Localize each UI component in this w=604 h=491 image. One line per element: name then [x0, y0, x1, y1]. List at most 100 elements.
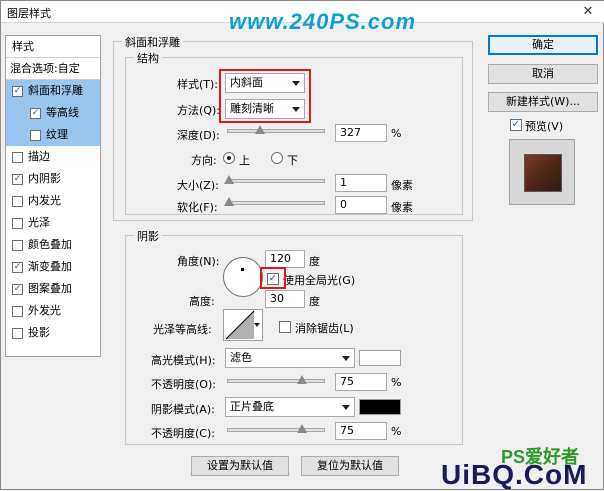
size-input[interactable]: 1	[335, 174, 387, 192]
radio-dot	[227, 156, 231, 160]
style-item-label: 颜色叠加	[28, 238, 72, 251]
direction-down-radio[interactable]	[271, 152, 283, 164]
style-item[interactable]: 外发光	[6, 300, 100, 322]
style-item-checkbox[interactable]	[12, 306, 23, 317]
bevel-group-title: 斜面和浮雕	[122, 34, 183, 50]
shadow-color-swatch[interactable]	[359, 399, 401, 415]
shadow-opacity-unit: %	[391, 425, 402, 438]
set-default-button[interactable]: 设置为默认值	[191, 456, 289, 476]
global-light-highlight	[260, 267, 286, 289]
preview-label: 预览(V)	[525, 120, 564, 133]
contour-dropdown-icon[interactable]	[254, 323, 260, 327]
gloss-contour-picker[interactable]	[223, 309, 263, 341]
structure-title: 结构	[134, 50, 162, 66]
global-light-label: 使用全局光(G)	[283, 274, 356, 287]
soften-slider-thumb[interactable]	[224, 197, 234, 206]
cancel-button[interactable]: 取消	[488, 64, 598, 84]
direction-down-label: 下	[287, 154, 298, 167]
shadow-opacity-thumb[interactable]	[296, 424, 307, 433]
style-item-checkbox[interactable]	[12, 152, 23, 163]
depth-input[interactable]: 327	[335, 124, 387, 142]
depth-unit: %	[391, 127, 402, 140]
style-item[interactable]: ✓ 渐变叠加	[6, 256, 100, 278]
shadow-mode-select[interactable]: 正片叠底	[225, 397, 355, 417]
style-item-checkbox[interactable]	[12, 196, 23, 207]
layer-style-dialog: 图层样式 ✕ www.240PS.com 样式 混合选项:自定 ✓ 斜面和浮雕 ✓ 等…	[0, 0, 604, 490]
style-item-checkbox[interactable]	[30, 130, 41, 141]
style-item-label: 等高线	[46, 106, 79, 119]
style-label: 样式(T):	[177, 78, 219, 91]
depth-slider[interactable]	[227, 125, 325, 134]
soften-label: 软化(F):	[177, 201, 218, 214]
style-item[interactable]: 投影	[6, 322, 100, 344]
highlight-opacity-input[interactable]: 75	[335, 373, 387, 391]
style-item-checkbox[interactable]: ✓	[12, 284, 23, 295]
style-item[interactable]: ✓ 内阴影	[6, 168, 100, 190]
shadow-opacity-slider[interactable]	[227, 424, 325, 433]
style-item-checkbox[interactable]: ✓	[12, 86, 23, 97]
size-slider-thumb[interactable]	[224, 175, 234, 184]
technique-label: 方法(Q):	[177, 104, 220, 117]
angle-dial-center	[241, 268, 244, 271]
direction-up-radio[interactable]	[223, 152, 235, 164]
ok-button[interactable]: 确定	[488, 35, 598, 55]
angle-unit: 度	[309, 255, 320, 268]
styles-header[interactable]: 样式	[6, 36, 100, 58]
window-title: 图层样式	[7, 7, 51, 20]
style-item[interactable]: 描边	[6, 146, 100, 168]
altitude-input[interactable]: 30	[265, 290, 305, 308]
style-item[interactable]: 光泽	[6, 212, 100, 234]
style-item[interactable]: ✓ 图案叠加	[6, 278, 100, 300]
shadow-opacity-label: 不透明度(C):	[151, 427, 215, 440]
new-style-button[interactable]: 新建样式(W)...	[488, 92, 598, 112]
style-item-label: 描边	[28, 150, 50, 163]
size-label: 大小(Z):	[177, 179, 219, 192]
depth-label: 深度(D):	[177, 129, 220, 142]
watermark: www.240PS.com	[229, 9, 417, 34]
highlight-opacity-thumb[interactable]	[296, 375, 307, 384]
highlight-mode-value: 滤色	[230, 351, 252, 364]
size-unit: 像素	[391, 179, 413, 192]
style-item[interactable]: ✓ 斜面和浮雕	[6, 80, 100, 102]
style-item-checkbox[interactable]	[12, 240, 23, 251]
preview-checkbox[interactable]: ✓	[510, 119, 522, 131]
style-item-label: 渐变叠加	[28, 260, 72, 273]
chevron-down-icon	[342, 405, 350, 410]
shadow-opacity-input[interactable]: 75	[335, 422, 387, 440]
antialias-checkbox[interactable]	[279, 321, 291, 333]
angle-input[interactable]: 120	[265, 250, 305, 268]
style-preview	[509, 139, 575, 205]
highlight-box	[219, 69, 311, 123]
altitude-label: 高度:	[189, 295, 215, 308]
highlight-opacity-unit: %	[391, 376, 402, 389]
style-item-checkbox[interactable]	[12, 218, 23, 229]
soften-input[interactable]: 0	[335, 196, 387, 214]
reset-default-button[interactable]: 复位为默认值	[301, 456, 399, 476]
style-item-label: 内发光	[28, 194, 61, 207]
style-item-label: 光泽	[28, 216, 50, 229]
angle-label: 角度(N):	[177, 255, 220, 268]
style-item-checkbox[interactable]: ✓	[30, 108, 41, 119]
style-item-checkbox[interactable]	[12, 328, 23, 339]
shadow-mode-label: 阴影模式(A):	[151, 403, 215, 416]
style-item[interactable]: 纹理	[6, 124, 100, 146]
highlight-color-swatch[interactable]	[359, 350, 401, 366]
style-item-checkbox[interactable]: ✓	[12, 174, 23, 185]
highlight-opacity-slider[interactable]	[227, 375, 325, 384]
size-slider[interactable]	[224, 175, 325, 184]
style-item[interactable]: ✓ 等高线	[6, 102, 100, 124]
highlight-mode-select[interactable]: 滤色	[225, 348, 355, 368]
soften-slider[interactable]	[224, 197, 325, 206]
style-item-label: 图案叠加	[28, 282, 72, 295]
highlight-opacity-label: 不透明度(O):	[151, 378, 216, 391]
direction-label: 方向:	[191, 154, 217, 167]
angle-dial[interactable]	[223, 257, 263, 297]
style-item-label: 斜面和浮雕	[28, 84, 83, 97]
close-icon[interactable]: ✕	[577, 3, 599, 20]
style-item[interactable]: 颜色叠加	[6, 234, 100, 256]
highlight-mode-label: 高光模式(H):	[151, 354, 216, 367]
style-item[interactable]: 内发光	[6, 190, 100, 212]
blend-options-item[interactable]: 混合选项:自定	[6, 58, 100, 80]
depth-slider-thumb[interactable]	[255, 125, 266, 134]
style-item-checkbox[interactable]: ✓	[12, 262, 23, 273]
